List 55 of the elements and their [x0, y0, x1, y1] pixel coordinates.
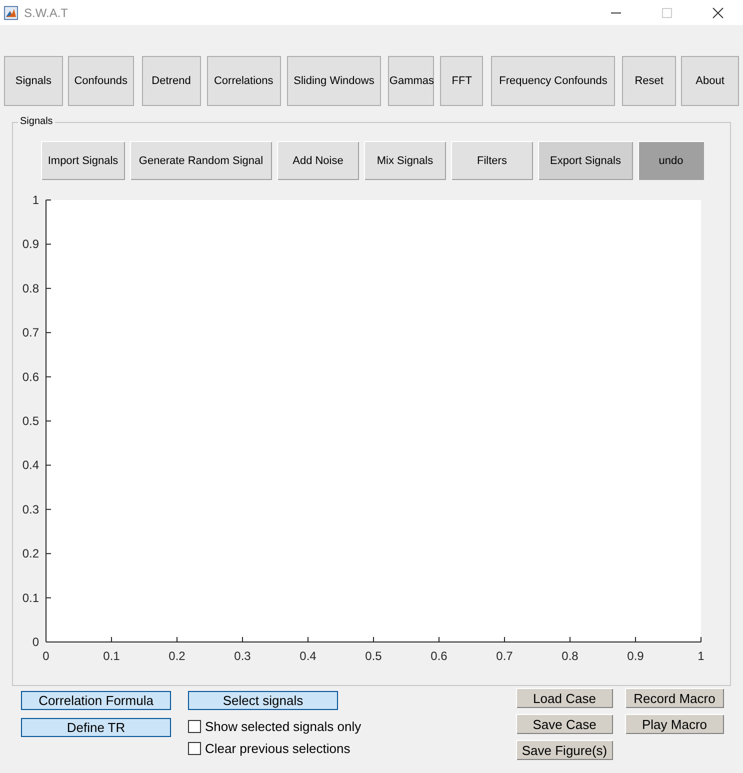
axis-tick-label: 0.9 — [22, 237, 39, 252]
tab-button[interactable]: Confounds — [68, 56, 134, 106]
toolbar-button[interactable]: Mix Signals — [364, 141, 446, 180]
axis-tick-label: 0 — [32, 635, 39, 649]
axis-tick-label: 0.1 — [22, 590, 39, 605]
axis-tick-label: 0.1 — [103, 649, 120, 663]
window-title: S.W.A.T — [24, 6, 68, 20]
tab-button[interactable]: FFT — [440, 56, 484, 106]
axis-tick-label: 0.6 — [22, 370, 39, 384]
tab-button[interactable]: Frequency Confounds — [491, 56, 616, 106]
axis-tick-label: 0.3 — [22, 502, 39, 516]
axis-tick-label: 0.7 — [496, 649, 513, 663]
tab-button[interactable]: Gammas — [388, 56, 434, 106]
axis-tick-label: 0.4 — [300, 649, 316, 663]
toolbar-button[interactable]: Export Signals — [538, 141, 633, 180]
tab-button[interactable]: About — [681, 56, 739, 106]
axis-tick-label: 1 — [698, 649, 704, 663]
close-icon[interactable] — [712, 6, 724, 18]
case-button[interactable]: Save Figure(s) — [516, 740, 613, 760]
checkbox[interactable] — [188, 742, 201, 754]
axis-tick-label: 0.9 — [627, 649, 644, 663]
macro-button[interactable]: Play Macro — [625, 714, 724, 734]
axis-tick-label: 0.3 — [234, 649, 251, 663]
axis-tick-label: 0.8 — [22, 281, 39, 296]
checkbox-label: Clear previous selections — [205, 740, 350, 756]
panel-title: Signals — [18, 116, 55, 128]
case-button[interactable]: Load Case — [516, 688, 613, 708]
axis-tick-label: 0.7 — [22, 326, 39, 340]
tab-button[interactable]: Detrend — [142, 56, 201, 106]
toolbar-button[interactable]: Filters — [451, 141, 533, 180]
define-tr-button[interactable]: Define TR — [21, 718, 171, 737]
case-button[interactable]: Save Case — [516, 714, 613, 734]
correlation-formula-button[interactable]: Correlation Formula — [21, 691, 171, 710]
checkbox-label: Show selected signals only — [205, 718, 362, 734]
axis-tick-label: 0.2 — [168, 649, 186, 663]
tab-button[interactable]: Reset — [622, 56, 676, 106]
axis-tick-label: 0.5 — [365, 649, 382, 663]
axis-tick-label: 0.4 — [22, 458, 39, 472]
tab-button[interactable]: Correlations — [206, 56, 281, 106]
axis-tick-label: 0.2 — [22, 546, 39, 561]
tab-button[interactable]: Sliding Windows — [286, 56, 382, 106]
axis-tick-label: 0.8 — [562, 649, 578, 663]
axis-tick-label: 1 — [32, 193, 39, 207]
app-icon — [4, 6, 18, 20]
axis-tick-label: 0 — [42, 649, 50, 663]
toolbar-button[interactable]: Generate Random Signal — [130, 141, 272, 180]
toolbar-button[interactable]: Add Noise — [277, 141, 359, 180]
toolbar-button[interactable]: undo — [638, 141, 704, 180]
axis-tick-label: 0.5 — [22, 414, 39, 428]
checkbox[interactable] — [188, 720, 201, 732]
macro-button[interactable]: Record Macro — [625, 688, 724, 708]
toolbar-button[interactable]: Import Signals — [41, 141, 125, 180]
select-signals-button[interactable]: Select signals — [188, 691, 338, 710]
axis-tick-label: 0.6 — [430, 649, 448, 663]
tab-button[interactable]: Signals — [4, 56, 63, 106]
